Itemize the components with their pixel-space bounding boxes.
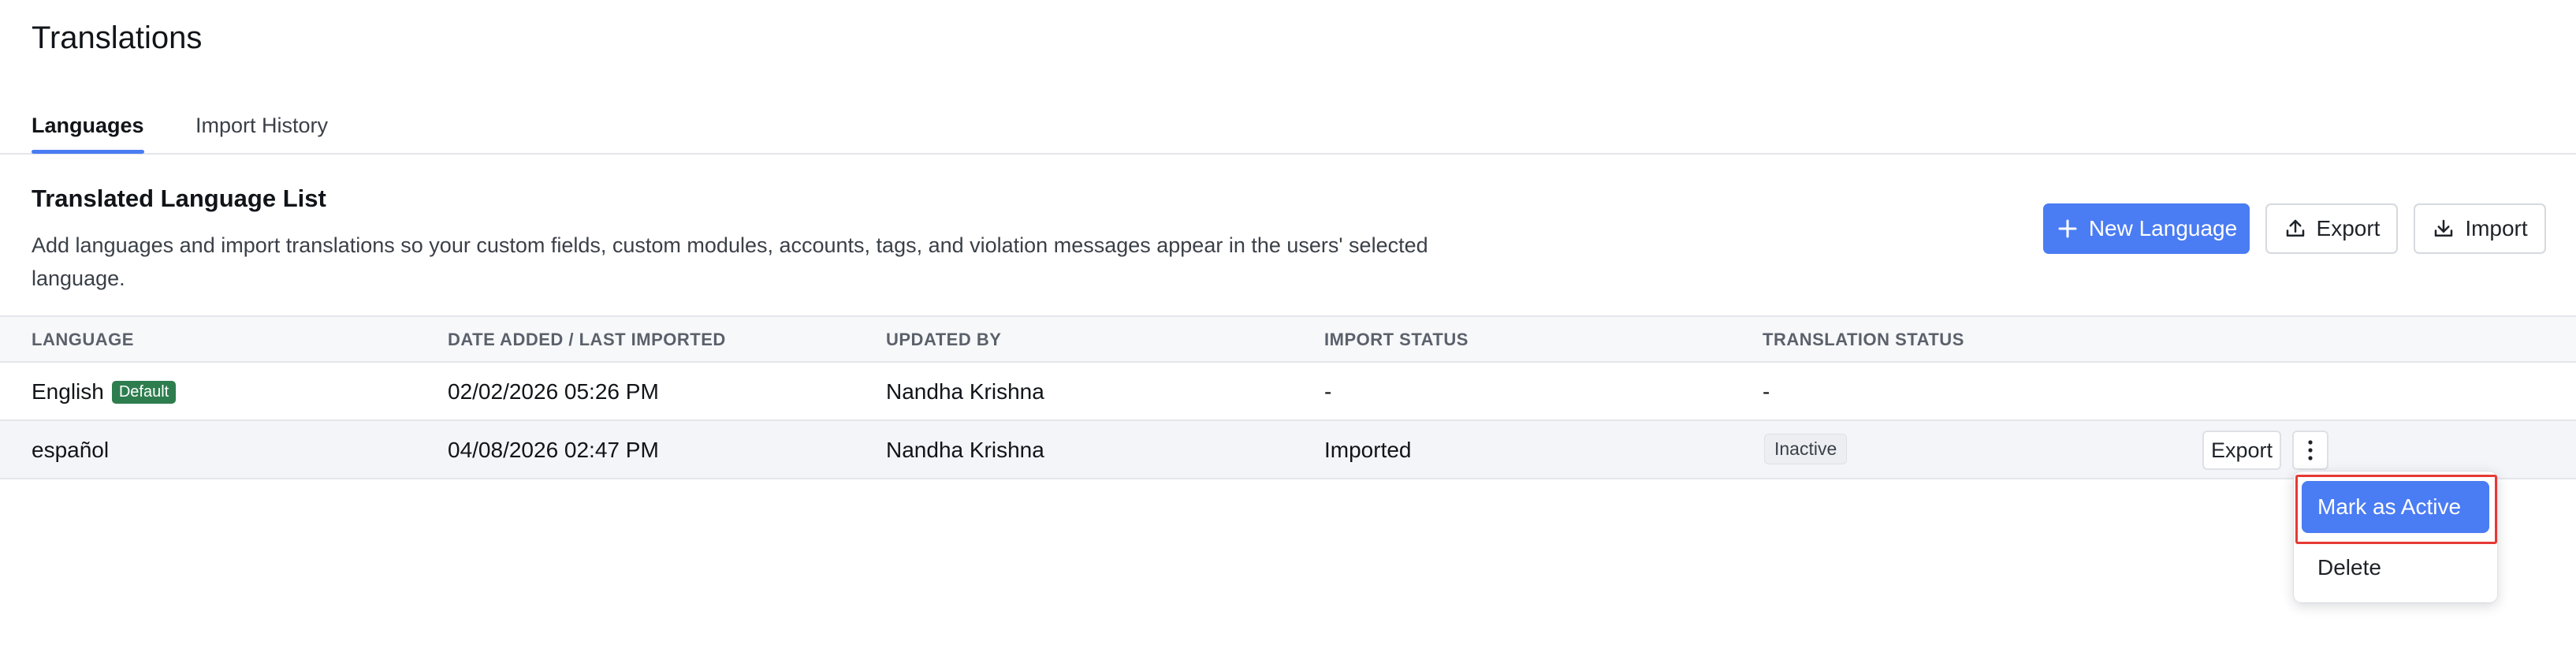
updated-by-cell: Nandha Krishna — [886, 438, 1044, 462]
section-title: Translated Language List — [32, 185, 326, 212]
language-cell: English Default — [32, 379, 177, 405]
language-name: español — [32, 438, 110, 462]
import-label: Import — [2465, 216, 2528, 240]
mark-as-active-menu-item[interactable]: Mark as Active — [2302, 481, 2489, 533]
import-status-cell: - — [1324, 379, 1332, 404]
row-actions-button[interactable] — [2292, 431, 2328, 470]
translations-page: Translations Languages Import History Tr… — [0, 0, 2576, 645]
language-name: English — [32, 379, 104, 404]
tab-bar: Languages Import History — [0, 101, 2576, 155]
new-language-label: New Language — [2088, 216, 2238, 240]
import-button[interactable]: Import — [2414, 203, 2546, 254]
row-export-button[interactable]: Export — [2202, 431, 2281, 470]
kebab-icon — [2308, 440, 2313, 460]
column-header-language: LANGUAGE — [32, 330, 134, 349]
export-label: Export — [2316, 216, 2381, 240]
column-header-translation-status: TRANSLATION STATUS — [1763, 330, 1964, 349]
plus-icon — [2058, 219, 2077, 238]
date-cell: 02/02/2026 05:26 PM — [448, 379, 659, 404]
section-description: Add languages and import translations so… — [32, 233, 1428, 290]
status-badge: Inactive — [1764, 434, 1848, 464]
upload-icon — [2286, 219, 2304, 237]
download-icon — [2435, 219, 2453, 237]
row-actions-menu: Mark as Active Delete — [2294, 472, 2497, 602]
default-badge: Default — [111, 381, 177, 404]
delete-menu-item[interactable]: Delete — [2302, 544, 2489, 591]
tab-languages[interactable]: Languages — [32, 114, 144, 154]
table-row: English Default 02/02/2026 05:26 PM Nandh… — [0, 363, 2576, 421]
new-language-button[interactable]: New Language — [2043, 203, 2250, 254]
column-header-date: DATE ADDED / LAST IMPORTED — [448, 330, 726, 349]
export-button[interactable]: Export — [2265, 203, 2398, 254]
column-header-updated-by: UPDATED BY — [886, 330, 1002, 349]
import-status-cell: Imported — [1324, 438, 1412, 462]
column-header-import-status: IMPORT STATUS — [1324, 330, 1469, 349]
updated-by-cell: Nandha Krishna — [886, 379, 1044, 404]
tab-import-history[interactable]: Import History — [195, 114, 328, 152]
page-title: Translations — [32, 21, 203, 55]
date-cell: 04/08/2026 02:47 PM — [448, 438, 659, 462]
translation-status-cell: - — [1763, 379, 1770, 404]
table-header: LANGUAGE DATE ADDED / LAST IMPORTED UPDA… — [0, 315, 2576, 363]
table-row: español 04/08/2026 02:47 PM Nandha Krish… — [0, 421, 2576, 479]
